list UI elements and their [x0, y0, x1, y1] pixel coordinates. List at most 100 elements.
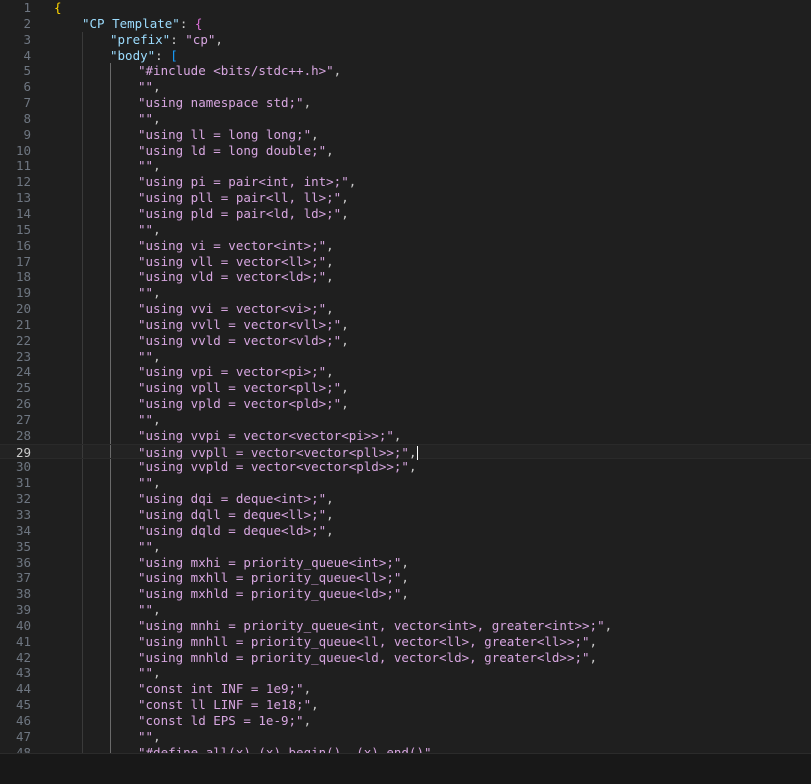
code-line[interactable]: 19 "",	[0, 285, 811, 302]
code-text[interactable]: "",	[138, 285, 161, 301]
code-text[interactable]: "",	[138, 158, 161, 174]
code-line[interactable]: 28 "using vvpi = vector<vector<pi>>;",	[0, 427, 811, 444]
code-line[interactable]: 47 "",	[0, 728, 811, 745]
code-text[interactable]: "prefix": "cp",	[110, 32, 223, 48]
code-text[interactable]: "const ld EPS = 1e-9;",	[138, 713, 311, 729]
code-line[interactable]: 38 "using mxhld = priority_queue<ld>;",	[0, 586, 811, 603]
code-text[interactable]: {	[54, 0, 62, 16]
code-text[interactable]: "CP Template": {	[82, 16, 202, 32]
code-text[interactable]: "",	[138, 665, 161, 681]
code-line[interactable]: 21 "using vvll = vector<vll>;",	[0, 316, 811, 333]
code-text[interactable]: "using mnhll = priority_queue<ll, vector…	[138, 634, 597, 650]
indent-guide	[82, 31, 83, 48]
code-line[interactable]: 16 "using vi = vector<int>;",	[0, 237, 811, 254]
code-text[interactable]: "using pll = pair<ll, ll>;",	[138, 190, 349, 206]
code-text[interactable]: "",	[138, 602, 161, 618]
code-text[interactable]: "using pld = pair<ld, ld>;",	[138, 206, 349, 222]
code-text[interactable]: "using pi = pair<int, int>;",	[138, 174, 356, 190]
code-line[interactable]: 26 "using vpld = vector<pld>;",	[0, 396, 811, 412]
code-line[interactable]: 43 "",	[0, 665, 811, 682]
code-line[interactable]: 30 "using vvpld = vector<vector<pld>>;",	[0, 459, 811, 476]
code-line[interactable]: 3 "prefix": "cp",	[0, 31, 811, 48]
code-text[interactable]: "const int INF = 1e9;",	[138, 681, 311, 697]
code-line[interactable]: 18 "using vld = vector<ld>;",	[0, 269, 811, 286]
code-text[interactable]: "",	[138, 539, 161, 555]
code-line[interactable]: 2 "CP Template": {	[0, 16, 811, 32]
code-text[interactable]: "using vpld = vector<pld>;",	[138, 396, 349, 412]
code-text[interactable]: "#include <bits/stdc++.h>",	[138, 63, 341, 79]
code-text[interactable]: "",	[138, 729, 161, 745]
code-text[interactable]: "body": [	[110, 48, 178, 64]
code-text[interactable]: "using vvpll = vector<vector<pll>>;",	[138, 445, 419, 461]
code-text[interactable]: "using ld = long double;",	[138, 143, 334, 159]
code-line[interactable]: 34 "using dqld = deque<ld>;",	[0, 522, 811, 539]
code-line[interactable]: 36 "using mxhi = priority_queue<int>;",	[0, 554, 811, 571]
code-line[interactable]: 4 "body": [	[0, 47, 811, 64]
code-line[interactable]: 7 "using namespace std;",	[0, 95, 811, 111]
code-text[interactable]: "",	[138, 412, 161, 428]
code-text[interactable]: "using vvi = vector<vi>;",	[138, 301, 334, 317]
code-line[interactable]: 42 "using mnhld = priority_queue<ld, vect…	[0, 649, 811, 666]
code-line[interactable]: 22 "using vvld = vector<vld>;",	[0, 332, 811, 349]
code-text[interactable]: "",	[138, 79, 161, 95]
code-text[interactable]: "using vll = vector<ll>;",	[138, 254, 334, 270]
code-line[interactable]: 20 "using vvi = vector<vi>;",	[0, 301, 811, 317]
code-line[interactable]: 12 "using pi = pair<int, int>;",	[0, 174, 811, 191]
code-text[interactable]: "",	[138, 222, 161, 238]
code-text[interactable]: "",	[138, 475, 161, 491]
code-line[interactable]: 31 "",	[0, 475, 811, 492]
code-line[interactable]: 8 "",	[0, 110, 811, 127]
code-line[interactable]: 39 "",	[0, 602, 811, 618]
code-line[interactable]: 13 "using pll = pair<ll, ll>;",	[0, 190, 811, 206]
code-line[interactable]: 11 "",	[0, 158, 811, 175]
code-text[interactable]: "using mnhi = priority_queue<int, vector…	[138, 618, 612, 634]
code-text[interactable]: "using vi = vector<int>;",	[138, 238, 334, 254]
code-text[interactable]: "using mxhll = priority_queue<ll>;",	[138, 570, 409, 586]
code-line[interactable]: 44 "const int INF = 1e9;",	[0, 681, 811, 698]
code-text[interactable]: "using mxhld = priority_queue<ld>;",	[138, 586, 409, 602]
code-text[interactable]: "using mnhld = priority_queue<ld, vector…	[138, 650, 597, 666]
line-number: 28	[15, 427, 31, 443]
code-line[interactable]: 41 "using mnhll = priority_queue<ll, vect…	[0, 633, 811, 650]
code-text[interactable]: "",	[138, 111, 161, 127]
code-line[interactable]: 29 "using vvpll = vector<vector<pll>>;",	[0, 443, 811, 461]
code-token: ,	[153, 348, 161, 364]
code-line[interactable]: 27 "",	[0, 411, 811, 428]
code-text[interactable]: "using dqld = deque<ld>;",	[138, 523, 334, 539]
code-line[interactable]: 9 "using ll = long long;",	[0, 126, 811, 143]
code-line[interactable]: 1{	[0, 0, 811, 16]
code-token: "using vi = vector<int>;"	[138, 237, 327, 253]
code-text[interactable]: "using ll = long long;",	[138, 127, 319, 143]
indent-guide-active	[110, 602, 111, 618]
code-text[interactable]: "using vpll = vector<pll>;",	[138, 380, 349, 396]
code-line[interactable]: 15 "",	[0, 221, 811, 238]
code-line[interactable]: 17 "using vll = vector<ll>;",	[0, 253, 811, 270]
code-text[interactable]: "using vld = vector<ld>;",	[138, 269, 334, 285]
code-text[interactable]: "",	[138, 349, 161, 365]
code-line[interactable]: 5 "#include <bits/stdc++.h>",	[0, 63, 811, 80]
code-line[interactable]: 45 "const ll LINF = 1e18;",	[0, 697, 811, 713]
code-editor[interactable]: 1{2 "CP Template": {3 "prefix": "cp", 4 "bod…	[0, 0, 811, 754]
code-text[interactable]: "const ll LINF = 1e18;",	[138, 697, 319, 713]
code-line[interactable]: 10 "using ld = long double;",	[0, 142, 811, 159]
code-text[interactable]: "using vvpi = vector<vector<pi>>;",	[138, 428, 401, 444]
code-line[interactable]: 32 "using dqi = deque<int>;",	[0, 491, 811, 507]
code-line[interactable]: 6 "",	[0, 79, 811, 96]
code-line[interactable]: 14 "using pld = pair<ld, ld>;",	[0, 205, 811, 222]
code-text[interactable]: "using dqi = deque<int>;",	[138, 491, 334, 507]
code-line[interactable]: 40 "using mnhi = priority_queue<int, vect…	[0, 617, 811, 634]
code-text[interactable]: "using vvld = vector<vld>;",	[138, 333, 349, 349]
code-text[interactable]: "using dqll = deque<ll>;",	[138, 507, 334, 523]
code-line[interactable]: 33 "using dqll = deque<ll>;",	[0, 507, 811, 523]
code-line[interactable]: 46 "const ld EPS = 1e-9;",	[0, 712, 811, 729]
code-text[interactable]: "using mxhi = priority_queue<int>;",	[138, 555, 409, 571]
code-text[interactable]: "using namespace std;",	[138, 95, 311, 111]
code-text[interactable]: "using vpi = vector<pi>;",	[138, 364, 334, 380]
code-line[interactable]: 23 "",	[0, 348, 811, 365]
code-text[interactable]: "using vvpld = vector<vector<pld>>;",	[138, 459, 416, 475]
code-line[interactable]: 24 "using vpi = vector<pi>;",	[0, 364, 811, 381]
code-line[interactable]: 25 "using vpll = vector<pll>;",	[0, 380, 811, 397]
code-line[interactable]: 35 "",	[0, 538, 811, 555]
code-line[interactable]: 37 "using mxhll = priority_queue<ll>;",	[0, 570, 811, 587]
code-text[interactable]: "using vvll = vector<vll>;",	[138, 317, 349, 333]
